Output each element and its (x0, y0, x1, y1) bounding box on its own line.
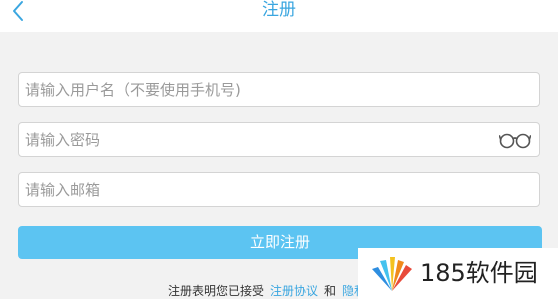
agreement-prefix: 注册表明您已接受 (167, 284, 264, 298)
email-input[interactable] (19, 173, 539, 206)
glasses-icon[interactable] (498, 131, 532, 149)
username-input[interactable] (19, 73, 539, 106)
page-title: 注册 (262, 0, 296, 20)
watermark-logo-icon (372, 257, 412, 291)
watermark: 185软件园 (358, 248, 558, 299)
agreement-and: 和 (324, 284, 337, 298)
email-field[interactable] (18, 172, 540, 207)
watermark-text: 185软件园 (420, 259, 538, 287)
password-input[interactable] (19, 123, 539, 156)
username-field[interactable] (18, 72, 540, 107)
terms-link[interactable]: 注册协议 (270, 284, 318, 298)
header-bar: 注册 (0, 0, 558, 32)
password-field[interactable] (18, 122, 540, 157)
